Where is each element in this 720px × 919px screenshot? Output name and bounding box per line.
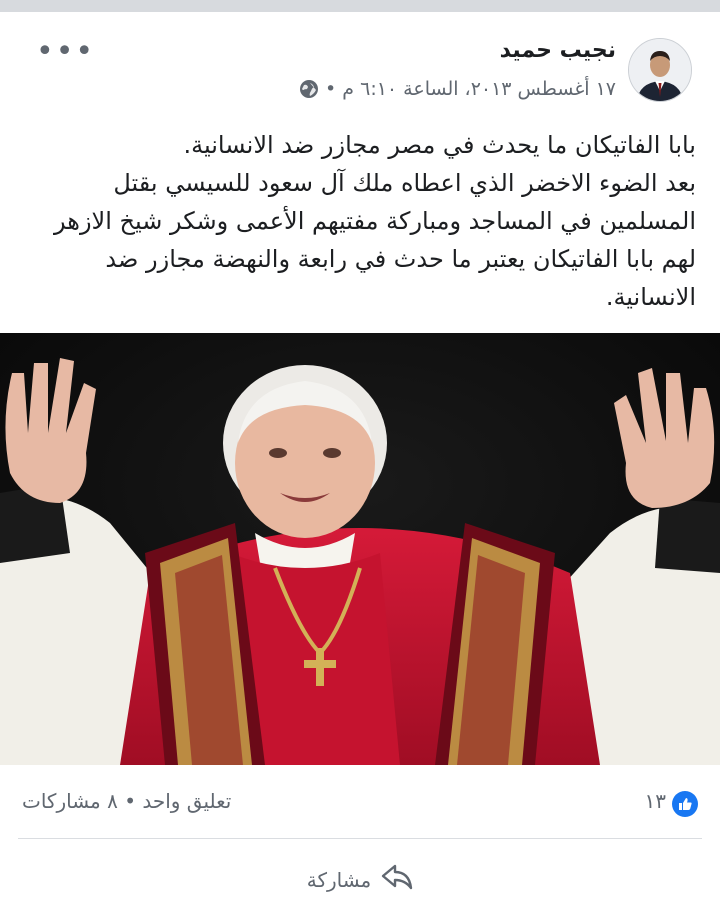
like-reaction-icon[interactable]: [672, 791, 698, 817]
share-label: مشاركة: [306, 868, 372, 892]
post-photo[interactable]: [0, 333, 720, 765]
post-text-line: المسلمين في المساجد ومباركة مفتيهم الأعم…: [54, 207, 696, 235]
avatar-image: [629, 39, 691, 101]
post-body: بابا الفاتيكان ما يحدث في مصر مجازر ضد ا…: [20, 126, 696, 316]
avatar[interactable]: [628, 38, 692, 102]
comments-shares-count[interactable]: تعليق واحد • ٨ مشاركات: [22, 789, 231, 813]
post-text-line: الانسانية.: [605, 283, 696, 311]
post-text-line: لهم بابا الفاتيكان يعتبر ما حدث في رابعة…: [105, 245, 696, 273]
post-header: نجيب حميد ١٧ أغسطس ٢٠١٣، الساعة ٦:١٠ م •…: [0, 12, 720, 112]
post-timestamp[interactable]: ١٧ أغسطس ٢٠١٣، الساعة ٦:١٠ م •: [325, 78, 616, 100]
post-text-line: بابا الفاتيكان ما يحدث في مصر مجازر ضد ا…: [183, 131, 696, 159]
post-text-line: بعد الضوء الاخضر الذي اعطاه ملك آل سعود …: [113, 169, 696, 197]
photo-illustration: [0, 333, 720, 765]
author-name[interactable]: نجيب حميد: [500, 38, 616, 63]
like-count[interactable]: ١٣: [645, 789, 666, 813]
more-options-icon[interactable]: •••: [36, 37, 95, 67]
post-meta: ١٧ أغسطس ٢٠١٣، الساعة ٦:١٠ م •: [299, 78, 616, 100]
share-icon: [381, 864, 413, 896]
globe-icon: [299, 79, 319, 99]
post-stats: ١٣ تعليق واحد • ٨ مشاركات: [0, 775, 720, 831]
top-strip: [0, 0, 720, 12]
divider: [18, 838, 702, 839]
share-button[interactable]: مشاركة: [0, 858, 720, 902]
